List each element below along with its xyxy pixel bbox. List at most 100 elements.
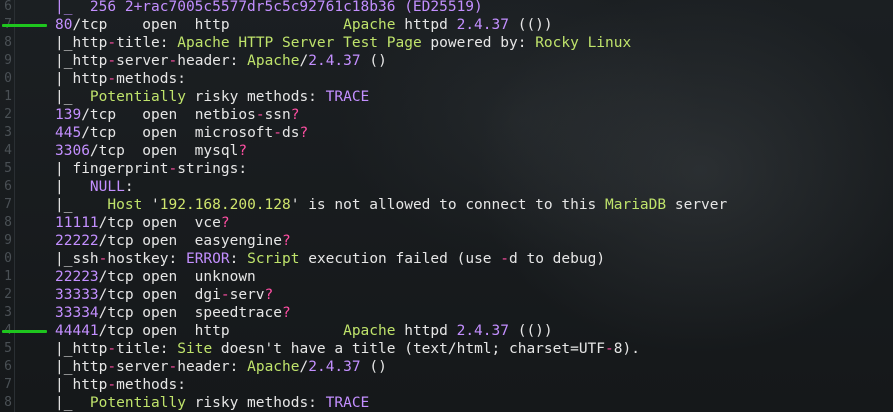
text-segment: Apache bbox=[343, 323, 396, 339]
output-line: | http-methods: bbox=[55, 376, 186, 394]
text-segment: ? bbox=[290, 107, 300, 123]
text-segment: - bbox=[255, 107, 265, 123]
text-segment: |_ bbox=[55, 89, 90, 105]
text-segment: server bbox=[116, 53, 169, 69]
text-segment: - bbox=[273, 125, 282, 141]
text-segment: header bbox=[177, 359, 230, 375]
text-segment: 2.4.37 bbox=[308, 53, 361, 69]
line-number: 3 bbox=[4, 125, 12, 140]
text-segment: ? bbox=[264, 287, 274, 303]
text-segment: Apache bbox=[343, 17, 396, 33]
text-segment: |_ 256 2+rac7005c5577dr5c5c92761c18b36 (… bbox=[55, 0, 483, 15]
text-segment: : bbox=[229, 251, 248, 267]
text-segment: - bbox=[107, 71, 117, 87]
text-segment: ? bbox=[299, 125, 309, 141]
text-segment: : bbox=[177, 71, 186, 87]
line-number: 1 bbox=[4, 269, 12, 284]
output-line: |_http-server-header: Apache/2.4.37 () bbox=[55, 358, 387, 376]
output-line: 80/tcp open http Apache httpd 2.4.37 (()… bbox=[55, 16, 553, 34]
text-segment: MariaDB bbox=[605, 197, 667, 213]
output-line: 22222/tcp open easyengine? bbox=[55, 232, 291, 250]
text-segment: ? bbox=[238, 143, 248, 159]
text-segment: 2.4.37 bbox=[308, 359, 361, 375]
text-segment: : bbox=[308, 395, 326, 411]
line-number: 0 bbox=[4, 251, 12, 266]
text-segment: server bbox=[116, 359, 169, 375]
text-segment: 33333 bbox=[55, 287, 99, 303]
text-segment: |_http bbox=[55, 341, 108, 357]
text-segment: methods bbox=[116, 71, 178, 87]
text-segment: risky methods bbox=[185, 395, 309, 411]
text-segment: Host bbox=[107, 197, 143, 213]
output-line: 33334/tcp open speedtrace? bbox=[55, 304, 291, 322]
text-segment: - bbox=[107, 377, 117, 393]
line-number: 2 bbox=[4, 107, 12, 122]
text-segment: : bbox=[308, 89, 326, 105]
text-segment: : bbox=[517, 35, 536, 51]
text-segment: - bbox=[168, 53, 178, 69]
output-line: |_ 256 2+rac7005c5577dr5c5c92761c18b36 (… bbox=[55, 0, 483, 16]
text-segment: strings bbox=[177, 161, 239, 177]
text-segment: /tcp open http bbox=[72, 17, 344, 33]
output-line: |_http-title: Apache HTTP Server Test Pa… bbox=[55, 34, 631, 52]
text-segment: /tcp open unknown bbox=[98, 269, 256, 285]
text-segment: ? bbox=[281, 233, 291, 249]
terminal-window[interactable]: 67890123456789012345678 |_ 256 2+rac7005… bbox=[0, 0, 893, 412]
output-line: 22223/tcp open unknown bbox=[55, 268, 256, 286]
text-segment: : bbox=[238, 161, 248, 177]
text-segment: 22222 bbox=[55, 233, 99, 249]
text-segment: 11111 bbox=[55, 215, 99, 231]
text-segment: |_ bbox=[55, 197, 108, 213]
line-number: 1 bbox=[4, 89, 12, 104]
text-segment: | fingerprint bbox=[55, 161, 169, 177]
text-segment: title bbox=[116, 35, 160, 51]
text-segment: - bbox=[107, 53, 117, 69]
text-segment: / bbox=[299, 359, 309, 375]
line-number-gutter: 67890123456789012345678 bbox=[0, 0, 15, 412]
output-line: |_ Potentially risky methods: TRACE bbox=[55, 88, 369, 106]
text-segment: doesn't have a title (text/html; charset… bbox=[212, 341, 606, 357]
text-segment: 22223 bbox=[55, 269, 99, 285]
text-segment: : bbox=[177, 377, 186, 393]
line-number: 9 bbox=[4, 233, 12, 248]
line-number: 6 bbox=[4, 359, 12, 374]
text-segment: /tcp open http bbox=[98, 323, 344, 339]
text-segment: httpd bbox=[395, 323, 457, 339]
output-line: |_ Host '192.168.200.128' is not allowed… bbox=[55, 196, 727, 214]
text-segment: () bbox=[360, 53, 387, 69]
output-line: 3306/tcp open mysql? bbox=[55, 142, 247, 160]
text-segment: ' is not allowed to connect to this bbox=[290, 197, 606, 213]
text-segment: : bbox=[159, 341, 178, 357]
text-segment: hostkey bbox=[107, 251, 169, 267]
text-segment: - bbox=[107, 35, 117, 51]
text-segment: /tcp open dgi bbox=[98, 287, 221, 303]
text-segment: - bbox=[605, 341, 614, 357]
text-segment: |_http bbox=[55, 359, 108, 375]
text-segment: Site bbox=[177, 341, 213, 357]
text-segment: Apache HTTP Server Test Page bbox=[177, 35, 422, 51]
text-segment: serv bbox=[229, 287, 265, 303]
text-segment: 80 bbox=[55, 17, 73, 33]
output-line: | http-methods: bbox=[55, 70, 186, 88]
text-segment: | http bbox=[55, 71, 108, 87]
text-segment: ERROR bbox=[185, 251, 230, 267]
line-number: 6 bbox=[4, 0, 12, 14]
text-segment: | bbox=[55, 179, 90, 195]
text-segment: title bbox=[116, 341, 160, 357]
text-segment: httpd bbox=[395, 17, 457, 33]
text-segment: execution failed (use bbox=[299, 251, 501, 267]
text-segment: risky methods bbox=[185, 89, 309, 105]
text-segment: 44441 bbox=[55, 323, 99, 339]
text-segment: 445 bbox=[55, 125, 82, 141]
text-segment: |_http bbox=[55, 53, 108, 69]
output-line: 139/tcp open netbios-ssn? bbox=[55, 106, 299, 124]
output-line: |_ Potentially risky methods: TRACE bbox=[55, 394, 369, 412]
line-number: 8 bbox=[4, 395, 12, 410]
output-line: 11111/tcp open vce? bbox=[55, 214, 230, 232]
text-segment: 33334 bbox=[55, 305, 99, 321]
text-segment: NULL bbox=[89, 179, 125, 195]
text-segment: (()) bbox=[508, 323, 553, 339]
text-segment: ds bbox=[282, 125, 300, 141]
output-line: 445/tcp open microsoft-ds? bbox=[55, 124, 308, 142]
output-line: | NULL: bbox=[55, 178, 134, 196]
